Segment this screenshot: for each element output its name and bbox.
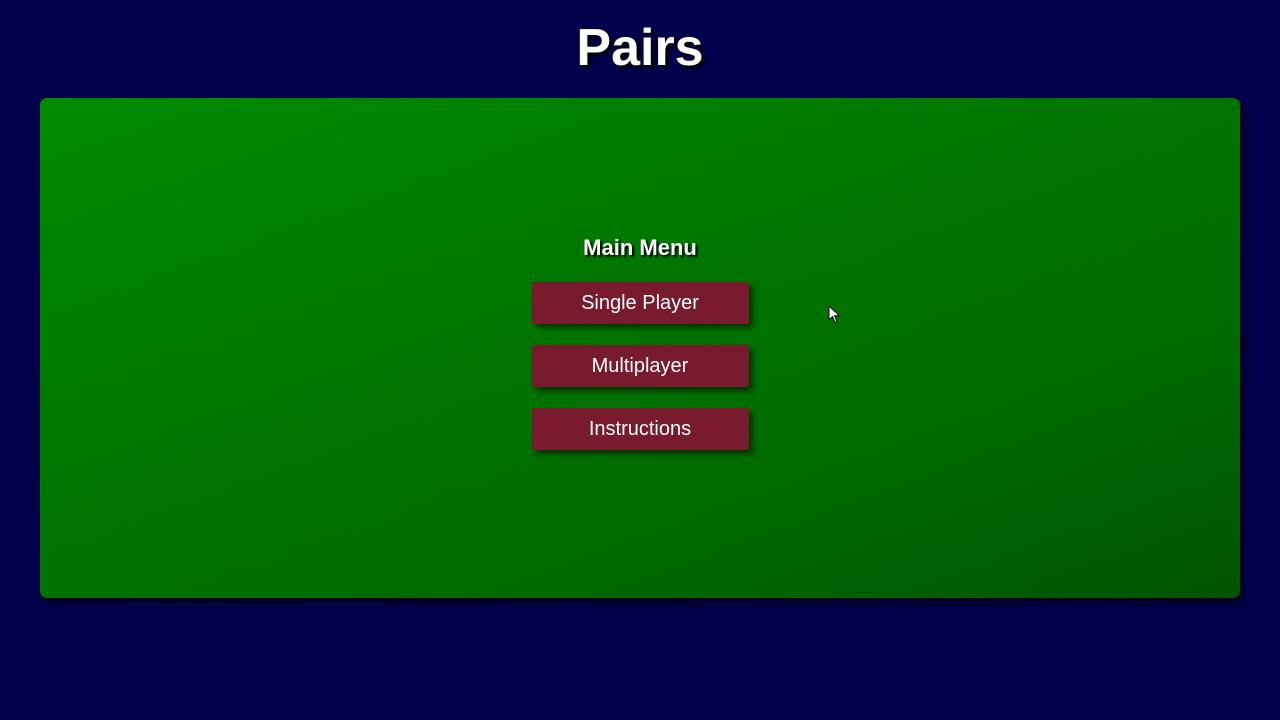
game-board: Main Menu Single Player Multiplayer Inst…	[40, 98, 1240, 598]
game-title: Pairs	[576, 19, 704, 77]
mouse-pointer-icon	[828, 305, 841, 324]
multiplayer-button[interactable]: Multiplayer	[531, 345, 749, 387]
instructions-button[interactable]: Instructions	[531, 408, 749, 450]
page: Pairs Main Menu Single Player Multiplaye…	[0, 0, 1280, 720]
menu-title: Main Menu	[583, 235, 697, 260]
single-player-button[interactable]: Single Player	[531, 282, 749, 324]
main-menu: Main Menu Single Player Multiplayer Inst…	[40, 234, 1240, 471]
